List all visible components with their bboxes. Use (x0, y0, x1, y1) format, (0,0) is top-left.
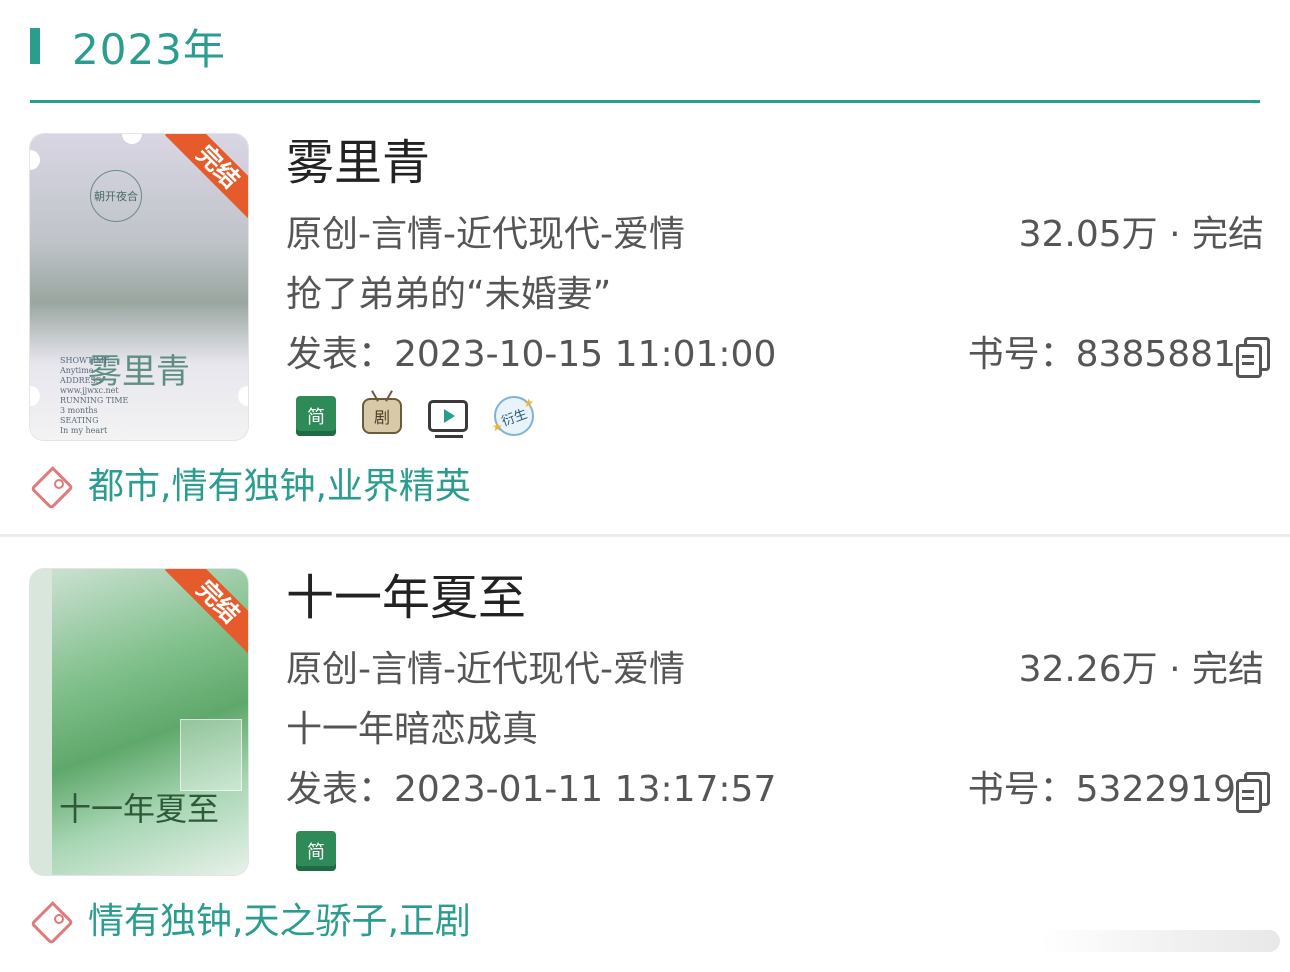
completed-badge: 完结 (164, 569, 248, 656)
year-title: 2023年 (72, 24, 226, 74)
derivative-icon[interactable]: 衍生 ★ ★ (492, 396, 534, 436)
book-card[interactable]: 朝开夜合 雾里青 SHOWTIME Anytime ADDRESS www.jj… (0, 130, 1290, 534)
book-title[interactable]: 雾里青 (286, 130, 430, 196)
year-divider (30, 100, 1260, 103)
video-play-icon[interactable] (428, 400, 468, 438)
book-cover[interactable]: 朝开夜合 雾里青 SHOWTIME Anytime ADDRESS www.jj… (30, 134, 248, 440)
book-divider (0, 534, 1290, 537)
year-accent-bar (30, 28, 40, 64)
tag-icon (30, 466, 74, 510)
book-summary: 抢了弟弟的“未婚妻” (286, 274, 612, 315)
cover-meta-text: SEATING (60, 416, 99, 425)
cover-meta-text: SHOWTIME (60, 356, 110, 365)
feature-label: 剧 (373, 408, 390, 427)
cover-meta-text: In my heart (60, 426, 108, 435)
book-id-value: 8385881 (1075, 334, 1236, 375)
cover-seal: 朝开夜合 (90, 170, 142, 222)
book-id-label: 书号： (967, 334, 1076, 375)
book-title[interactable]: 十一年夏至 (286, 565, 526, 631)
feature-label: 简 (307, 407, 325, 428)
cover-title: 十一年夏至 (58, 790, 219, 828)
cover-meta-text: 3 months (60, 406, 98, 415)
feature-label: 简 (307, 842, 325, 863)
completed-badge: 完结 (164, 134, 248, 221)
book-category: 原创-言情-近代现代-爱情 (286, 214, 685, 255)
word-count-status: 32.26万 · 完结 (1018, 649, 1264, 690)
cover-meta-text: www.jjwxc.net (60, 386, 119, 395)
copy-icon[interactable] (1236, 772, 1270, 813)
book-category: 原创-言情-近代现代-爱情 (286, 649, 685, 690)
simplified-book-icon[interactable]: 简 (296, 831, 336, 871)
word-count-status: 32.05万 · 完结 (1018, 214, 1264, 255)
cover-meta-text: RUNNING TIME (60, 396, 129, 405)
book-tags[interactable]: 都市,情有独钟,业界精英 (88, 464, 471, 510)
cover-meta-text: ADDRESS (60, 376, 102, 385)
book-tags[interactable]: 情有独钟,天之骄子,正剧 (88, 899, 471, 945)
cover-meta: SHOWTIME Anytime ADDRESS www.jjwxc.net R… (60, 356, 232, 436)
tag-row: 都市,情有独钟,业界精英 (30, 464, 471, 510)
book-id-label: 书号： (967, 769, 1076, 810)
book-summary: 十一年暗恋成真 (286, 709, 539, 750)
year-header: 2023年 (30, 22, 226, 74)
simplified-book-icon[interactable]: 简 (296, 396, 336, 436)
publish-date: 发表：2023-01-11 13:17:57 (286, 769, 777, 810)
feature-icons: 简 剧 衍生 ★ ★ (296, 396, 560, 438)
book-id: 书号： 5322919 (967, 765, 1270, 815)
ticket-notch (122, 134, 142, 144)
book-cover[interactable]: 十一年夏至 完结 (30, 569, 248, 875)
tag-row: 情有独钟,天之骄子,正剧 (30, 899, 471, 945)
cover-window (180, 719, 242, 791)
feature-icons: 简 (296, 831, 362, 871)
copy-icon[interactable] (1236, 337, 1270, 378)
book-id: 书号： 8385881 (967, 330, 1270, 380)
ticket-notch (30, 150, 40, 170)
book-card[interactable]: 十一年夏至 完结 十一年夏至 原创-言情-近代现代-爱情 32.26万 · 完结… (0, 565, 1290, 972)
cover-meta-text: Anytime (60, 366, 94, 375)
scrollbar[interactable] (1040, 930, 1280, 952)
tag-icon (30, 901, 74, 945)
tv-drama-icon[interactable]: 剧 (362, 398, 402, 434)
publish-date: 发表：2023-10-15 11:01:00 (286, 334, 777, 375)
book-id-value: 5322919 (1075, 769, 1236, 810)
